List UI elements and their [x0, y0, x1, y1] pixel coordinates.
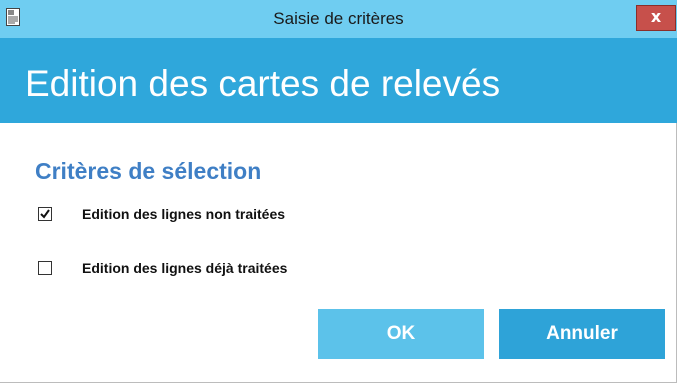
window-title: Saisie de critères: [273, 9, 404, 28]
option-processed-lines[interactable]: Edition des lignes déjà traitées: [38, 258, 287, 278]
section-title: Critères de sélection: [35, 158, 262, 184]
title-bar: Saisie de critères x: [0, 0, 677, 38]
cancel-button[interactable]: Annuler: [499, 309, 665, 359]
option-unprocessed-lines[interactable]: Edition des lignes non traitées: [38, 204, 285, 224]
dialog-window: Saisie de critères x Edition des cartes …: [0, 0, 677, 383]
page-title: Edition des cartes de relevés: [25, 63, 501, 104]
header-banner: Edition des cartes de relevés: [0, 38, 677, 123]
option-label: Edition des lignes déjà traitées: [82, 260, 288, 276]
close-icon: x: [650, 7, 662, 26]
close-button[interactable]: x: [636, 5, 676, 31]
checkmark-icon: [40, 209, 50, 219]
checkbox-unprocessed-lines[interactable]: [38, 207, 52, 221]
option-label: Edition des lignes non traitées: [82, 206, 286, 222]
checkbox-processed-lines[interactable]: [38, 261, 52, 275]
ok-button[interactable]: OK: [318, 309, 484, 359]
